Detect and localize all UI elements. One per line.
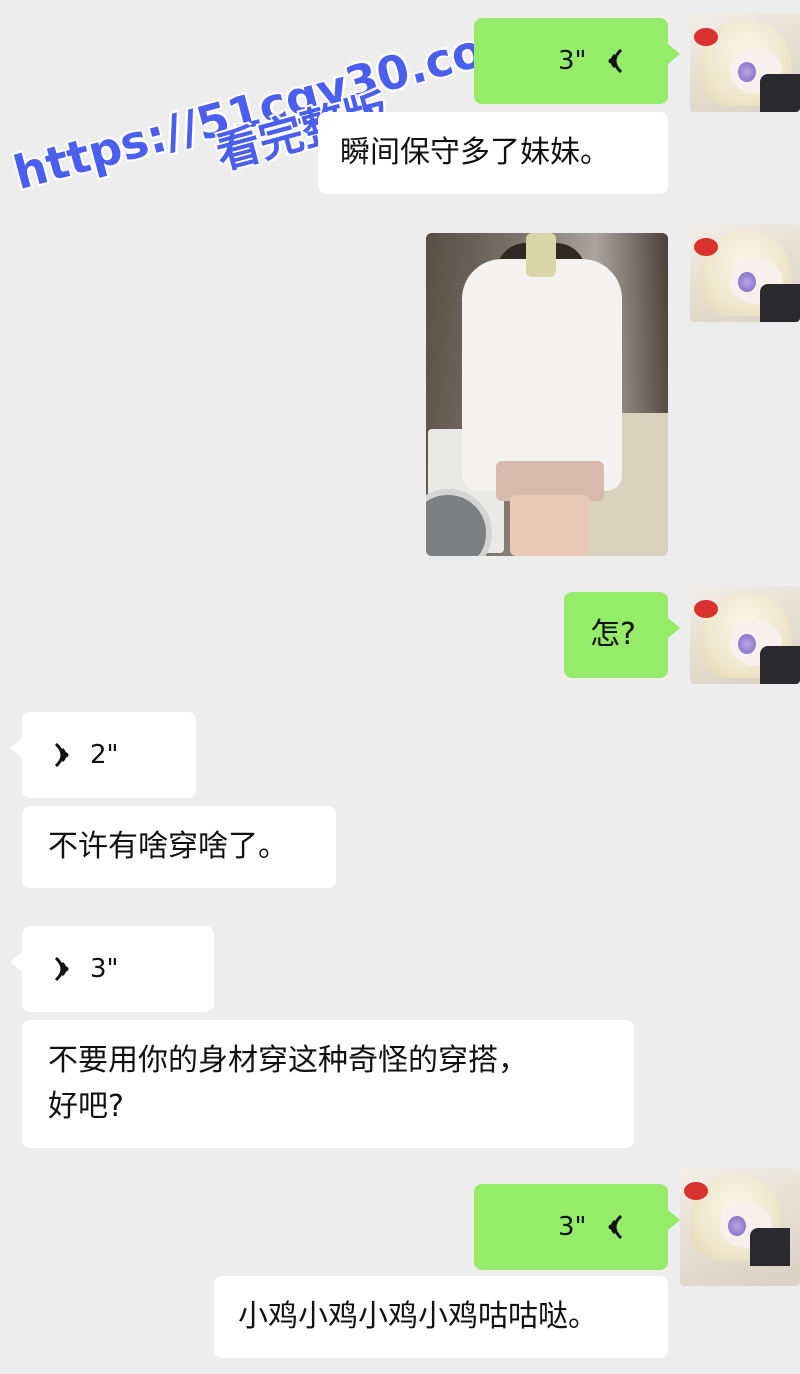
message-text: 不许有啥穿啥了。: [48, 829, 288, 864]
text-message-sent[interactable]: 怎?: [564, 592, 680, 678]
message-text: 小鸡小鸡小鸡小鸡咕咕哒。: [238, 1299, 598, 1334]
voice-message-received[interactable]: 2": [10, 712, 196, 798]
voice-wave-icon: [608, 1214, 622, 1240]
voice-duration: 2": [90, 740, 119, 770]
avatar[interactable]: [690, 14, 800, 112]
message-text: 怎?: [590, 617, 636, 652]
avatar[interactable]: [690, 586, 800, 684]
image-message-sent[interactable]: [426, 233, 668, 556]
avatar[interactable]: [680, 1168, 800, 1286]
text-message-received[interactable]: 不许有啥穿啥了。: [22, 806, 336, 888]
voice-wave-icon: [54, 956, 69, 982]
voice-wave-icon: [54, 742, 69, 768]
voice-message-sent[interactable]: 3": [474, 1184, 680, 1270]
text-message-received[interactable]: 不要用你的身材穿这种奇怪的穿搭， 好吧?: [22, 1020, 634, 1148]
voice-duration: 3": [558, 46, 587, 76]
text-message-sent[interactable]: 小鸡小鸡小鸡小鸡咕咕哒。: [214, 1276, 668, 1358]
text-message-sent[interactable]: 瞬间保守多了妹妹。: [318, 112, 668, 194]
voice-message-sent[interactable]: 3": [474, 18, 680, 104]
message-text: 瞬间保守多了妹妹。: [340, 135, 610, 170]
voice-duration: 3": [90, 954, 119, 984]
avatar[interactable]: [690, 224, 800, 322]
voice-wave-icon: [608, 48, 622, 74]
message-text-line: 好吧?: [48, 1089, 124, 1124]
voice-message-received[interactable]: 3": [10, 926, 214, 1012]
message-text-line: 不要用你的身材穿这种奇怪的穿搭，: [48, 1043, 528, 1078]
voice-duration: 3": [558, 1212, 587, 1242]
